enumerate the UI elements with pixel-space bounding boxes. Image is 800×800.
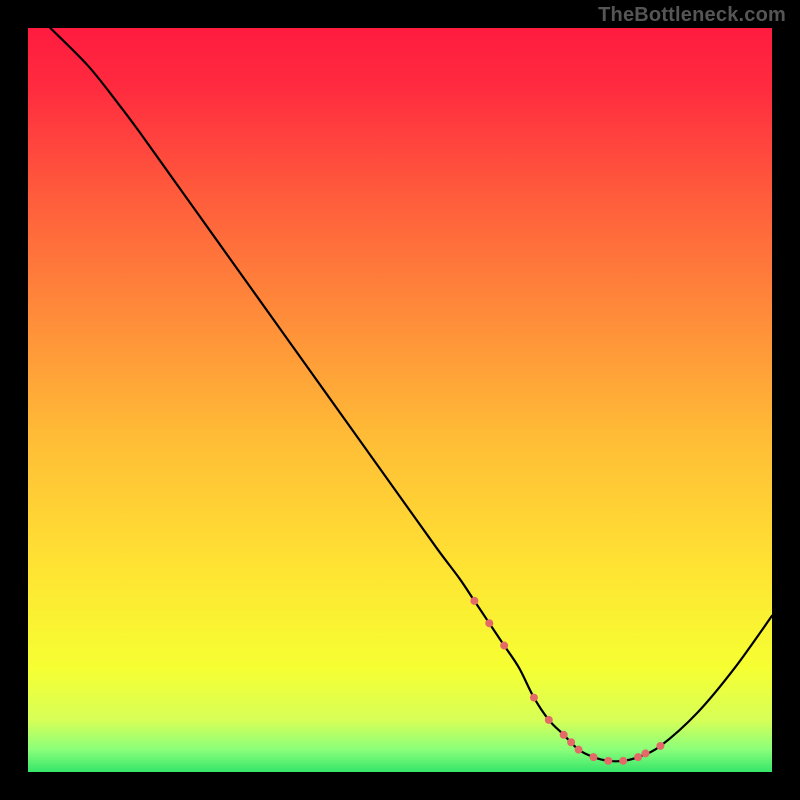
- chart-marker: [656, 742, 664, 750]
- chart-marker: [604, 757, 612, 765]
- chart-svg: [0, 0, 800, 800]
- chart-marker: [470, 597, 478, 605]
- chart-marker: [589, 753, 597, 761]
- chart-background: [28, 28, 772, 772]
- chart-marker: [560, 731, 568, 739]
- chart-marker: [575, 746, 583, 754]
- chart-marker: [545, 716, 553, 724]
- watermark-text: TheBottleneck.com: [598, 4, 786, 27]
- chart-marker: [485, 619, 493, 627]
- chart-marker: [530, 694, 538, 702]
- chart-container: TheBottleneck.com: [0, 0, 800, 800]
- chart-marker: [642, 749, 650, 757]
- chart-marker: [500, 642, 508, 650]
- chart-marker: [567, 738, 575, 746]
- chart-marker: [619, 757, 627, 765]
- chart-marker: [634, 753, 642, 761]
